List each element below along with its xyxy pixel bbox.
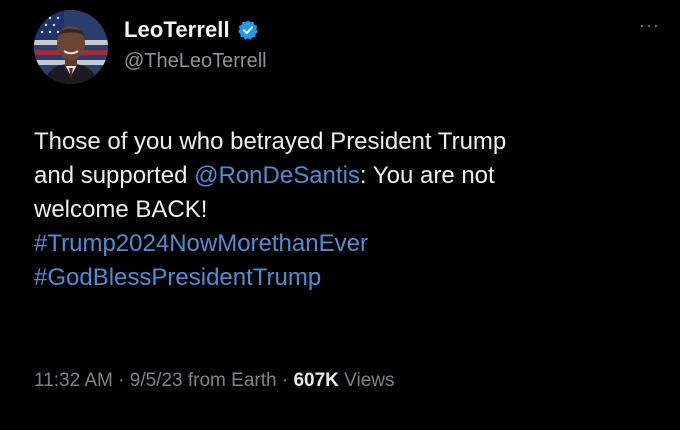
- tweet-text-line-2-suffix: : You are not: [359, 162, 495, 189]
- tweet-time[interactable]: 11:32 AM: [34, 370, 113, 391]
- tweet-text-line-2-prefix: and supported: [34, 162, 195, 189]
- tweet-text-line-1: Those of you who betrayed President Trum…: [34, 128, 507, 155]
- avatar-image: [34, 10, 108, 84]
- meta-separator: ·: [112, 370, 130, 391]
- tweet-text-line-2: and supported @RonDeSantis: You are not: [34, 159, 654, 193]
- hashtag-link-1[interactable]: #Trump2024NowMorethanEver: [34, 227, 654, 261]
- display-name[interactable]: LeoTerrell: [124, 17, 230, 43]
- more-options-icon[interactable]: ···: [639, 16, 660, 34]
- tweet-text: Those of you who betrayed President Trum…: [34, 125, 654, 295]
- meta-separator: ·: [276, 370, 294, 391]
- tweet-header: LeoTerrell @TheLeoTerrell: [124, 16, 267, 73]
- tweet-source: from Earth: [182, 370, 277, 391]
- tweet-date[interactable]: 9/5/23: [130, 370, 183, 391]
- tweet-text-line-3: welcome BACK!: [34, 196, 208, 223]
- tweet-meta: 11:32 AM · 9/5/23 from Earth · 607K View…: [34, 370, 395, 392]
- verified-badge-icon: [237, 19, 259, 41]
- views-label: Views: [338, 370, 395, 391]
- mention-link[interactable]: @RonDeSantis: [194, 162, 360, 189]
- handle[interactable]: @TheLeoTerrell: [124, 50, 267, 73]
- views-count[interactable]: 607K: [293, 370, 338, 391]
- tweet-card: LeoTerrell @TheLeoTerrell ··· Those of y…: [0, 0, 680, 430]
- name-row: LeoTerrell: [124, 16, 267, 44]
- hashtag-link-2[interactable]: #GodBlessPresidentTrump: [34, 261, 654, 295]
- avatar[interactable]: [34, 10, 108, 84]
